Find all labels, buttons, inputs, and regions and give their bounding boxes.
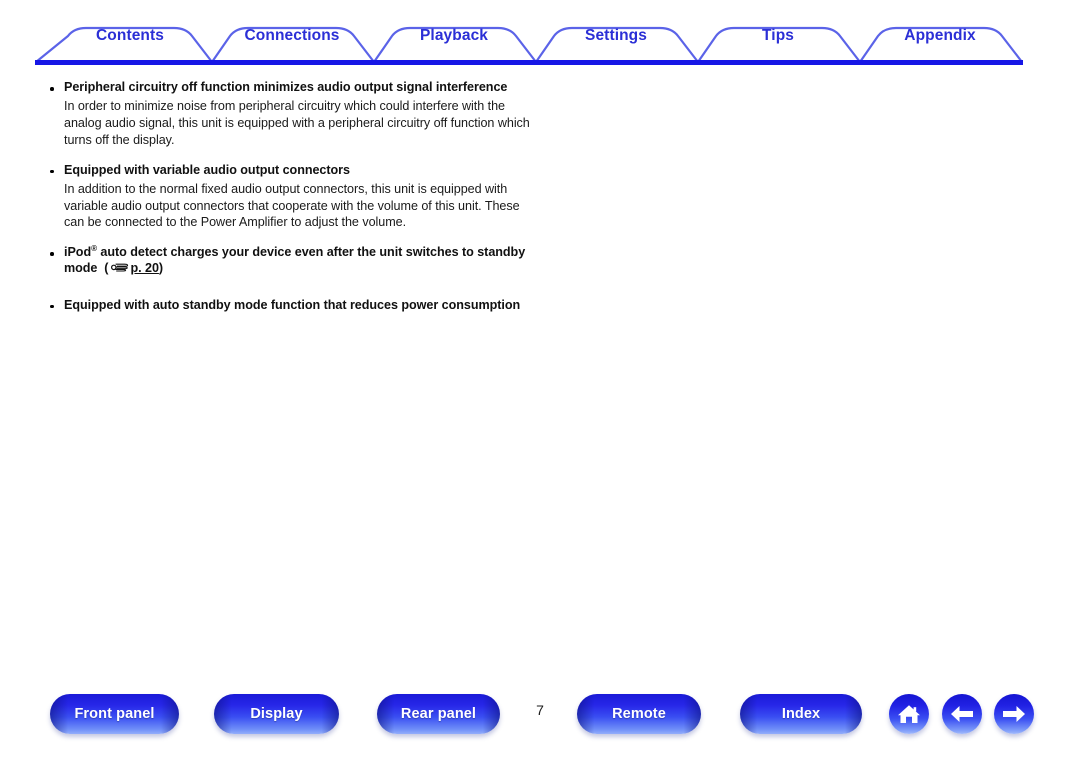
feature-heading: Equipped with variable audio output conn… (64, 162, 350, 177)
feature-heading: iPod® auto detect charges your device ev… (48, 244, 538, 278)
forward-button[interactable] (994, 694, 1034, 734)
feature-item: Equipped with variable audio output conn… (48, 162, 538, 232)
footer-navigation: Front panel Display Rear panel 7 Remote … (0, 694, 1080, 742)
bullet-icon (50, 87, 54, 91)
page-ref-open-paren: ( (104, 261, 109, 276)
back-button[interactable] (942, 694, 982, 734)
bullet-icon (50, 304, 54, 309)
tab-baseline (35, 60, 1023, 65)
feature-item: iPod® auto detect charges your device ev… (48, 244, 538, 278)
tab-bar: Contents Connections Playback Settings T… (0, 0, 1080, 70)
feature-item: Peripheral circuitry off function minimi… (48, 79, 538, 149)
page-number: 7 (536, 702, 544, 718)
feature-body: In order to minimize noise from peripher… (64, 99, 530, 147)
back-arrow-icon (951, 706, 973, 722)
tab-connections[interactable]: Connections (245, 27, 340, 45)
rear-panel-button[interactable]: Rear panel (377, 694, 500, 734)
feature-list: Peripheral circuitry off function minimi… (48, 79, 538, 326)
tab-settings[interactable]: Settings (585, 27, 647, 45)
feature-body: In addition to the normal fixed audio ou… (64, 181, 520, 230)
remote-button[interactable]: Remote (577, 694, 701, 734)
remote-label: Remote (612, 706, 666, 722)
pointing-hand-icon (109, 261, 129, 277)
feature-heading: Equipped with auto standby mode function… (64, 297, 521, 312)
tab-appendix[interactable]: Appendix (904, 27, 975, 45)
front-panel-button[interactable]: Front panel (50, 694, 179, 734)
front-panel-label: Front panel (74, 706, 155, 722)
bullet-icon (50, 252, 54, 256)
home-icon (898, 705, 920, 723)
page-reference[interactable]: ( p. 20) (97, 261, 163, 275)
ipod-text: iPod (64, 245, 92, 260)
page-link[interactable]: p. 20 (130, 261, 159, 275)
display-label: Display (250, 706, 303, 722)
home-button[interactable] (889, 694, 929, 734)
bullet-icon (50, 169, 54, 174)
index-label: Index (781, 706, 821, 722)
tab-contents[interactable]: Contents (96, 27, 164, 45)
display-button[interactable]: Display (214, 694, 339, 734)
index-button[interactable]: Index (740, 694, 862, 734)
page-ref-close-paren: ) (158, 261, 164, 276)
forward-arrow-icon (1003, 706, 1025, 722)
feature-item: Equipped with auto standby mode function… (48, 297, 538, 313)
tab-tips[interactable]: Tips (762, 27, 794, 45)
feature-heading: Peripheral circuitry off function minimi… (64, 80, 508, 94)
tab-playback[interactable]: Playback (420, 27, 488, 45)
rear-panel-label: Rear panel (400, 706, 477, 722)
